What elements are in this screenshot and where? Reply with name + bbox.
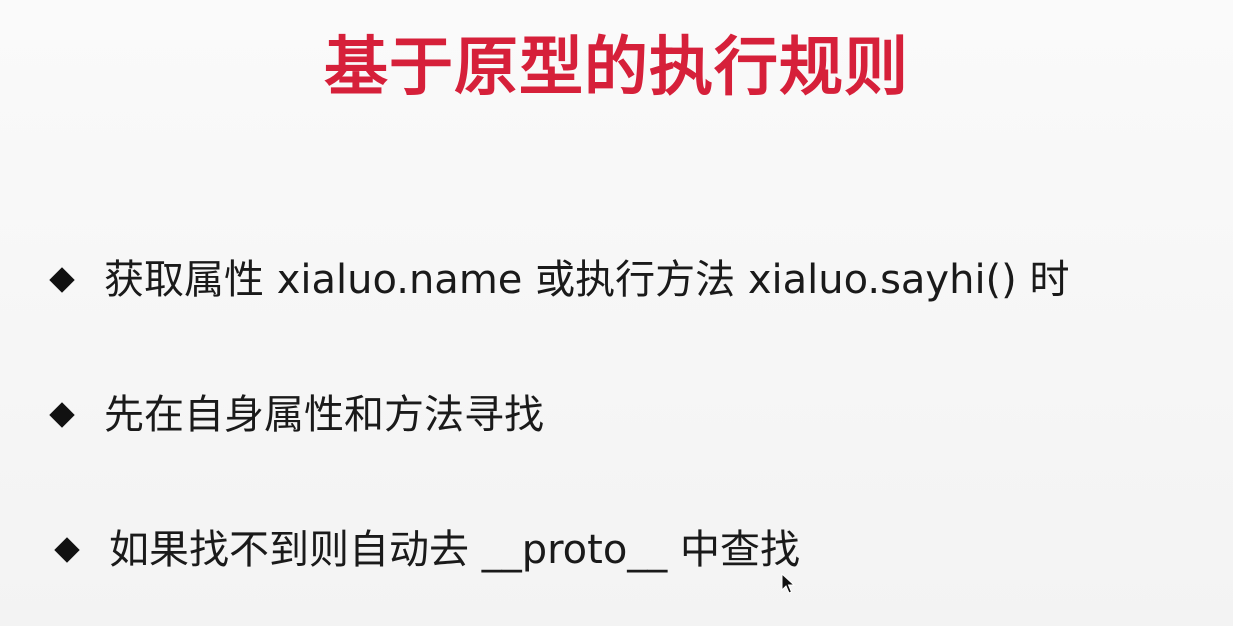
bullet-text: 如果找不到则自动去 __proto__ 中查找 <box>109 527 801 573</box>
bullet-item: 获取属性 xialuo.name 或执行方法 xialuo.sayhi() 时 <box>50 250 1070 310</box>
slide-title: 基于原型的执行规则 <box>324 31 909 105</box>
diamond-bullet-icon <box>50 403 74 427</box>
bullet-text: 先在自身属性和方法寻找 <box>104 392 544 438</box>
slide: 基于原型的执行规则 获取属性 xialuo.name 或执行方法 xialuo.… <box>0 0 1233 626</box>
bullet-text: 获取属性 xialuo.name 或执行方法 xialuo.sayhi() 时 <box>104 257 1070 303</box>
diamond-bullet-icon <box>50 268 74 292</box>
diamond-bullet-icon <box>55 538 79 562</box>
mouse-pointer-icon <box>781 573 795 594</box>
bullet-item: 先在自身属性和方法寻找 <box>50 385 544 445</box>
bullet-item: 如果找不到则自动去 __proto__ 中查找 <box>55 520 800 580</box>
